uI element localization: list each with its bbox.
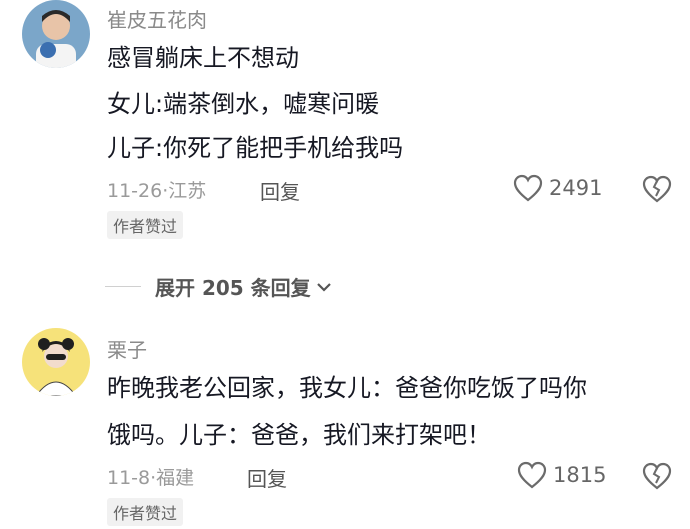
author-liked-badge: 作者赞过: [107, 498, 184, 526]
comment-date: 11-8: [107, 467, 151, 489]
like-count: 1815: [553, 463, 607, 487]
broken-heart-icon: [642, 462, 672, 490]
username[interactable]: 栗子: [107, 334, 147, 363]
comment-location: 福建: [156, 467, 195, 489]
like-button[interactable]: 1815: [517, 461, 606, 489]
comment-text-line: 饿吗。儿子：爸爸，我们来打架吧！: [107, 421, 491, 449]
comment-2: 栗子 昨晚我老公回家，我女儿：爸爸你吃饭了吗你 饿吗。儿子：爸爸，我们来打架吧！…: [0, 0, 690, 529]
comment-text-line: 昨晚我老公回家，我女儿：爸爸你吃饭了吗你: [107, 374, 587, 402]
dislike-button[interactable]: [642, 461, 672, 491]
avatar[interactable]: [22, 328, 90, 396]
comment-meta: 11-8·福建: [107, 467, 195, 489]
reply-button[interactable]: 回复: [247, 463, 287, 492]
heart-outline-icon: [517, 461, 547, 489]
